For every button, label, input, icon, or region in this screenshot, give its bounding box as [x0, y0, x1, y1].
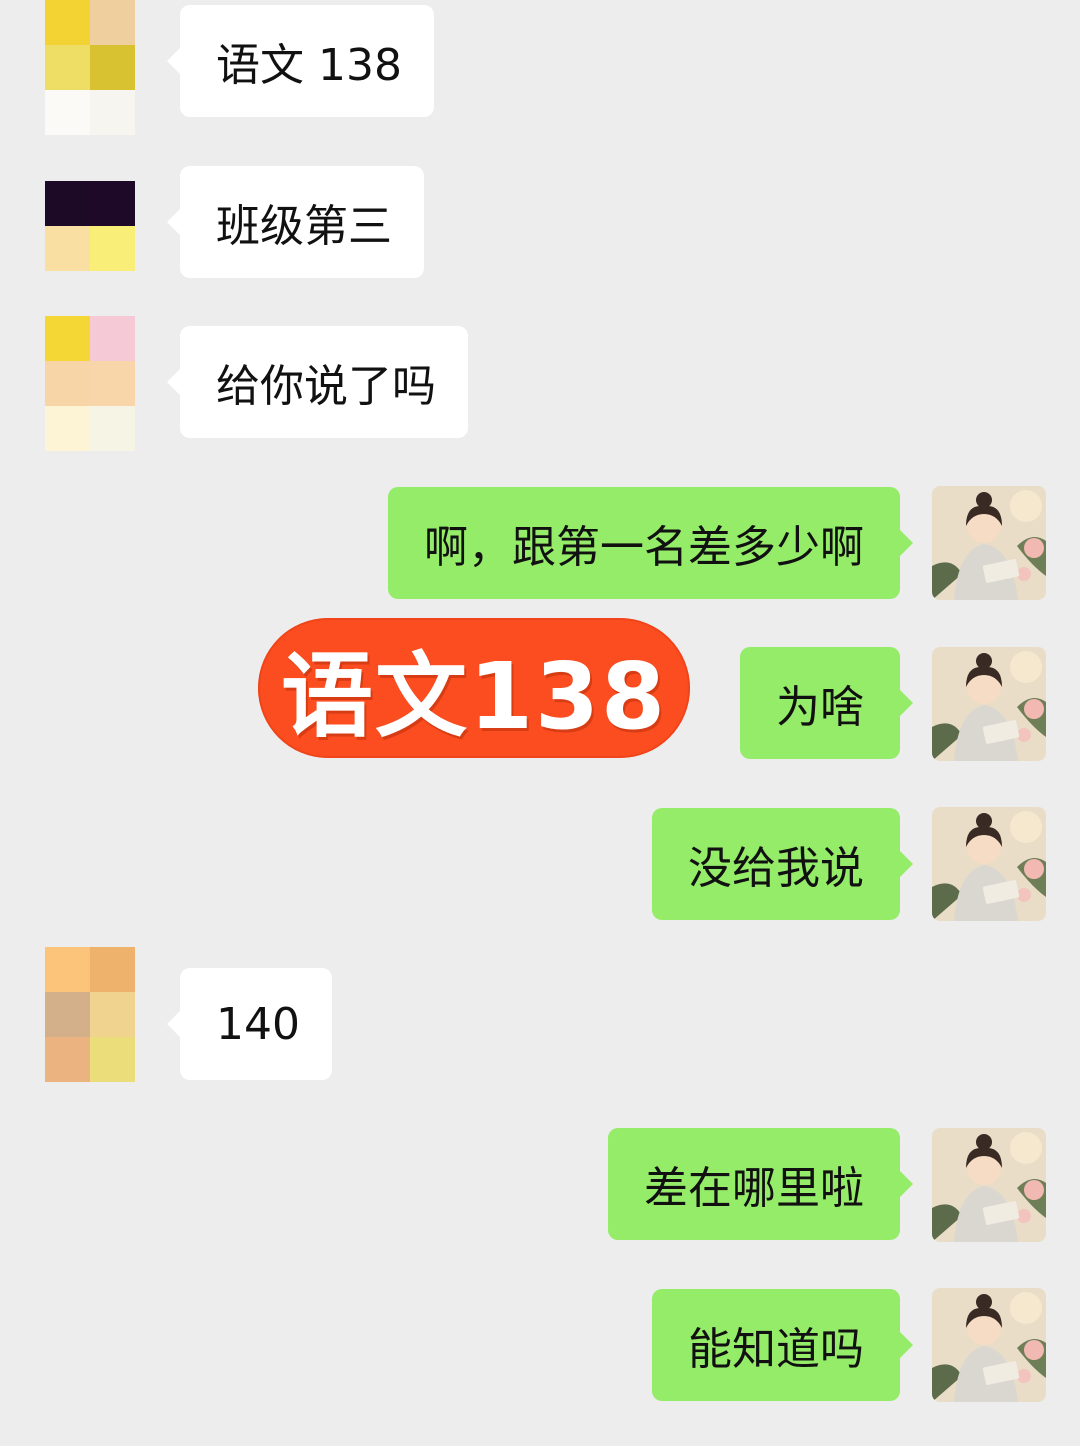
message-bubble[interactable]: 语文 138: [167, 5, 434, 117]
message-bubble[interactable]: 给你说了吗: [167, 326, 468, 438]
message-text: 为啥: [776, 682, 864, 733]
my-avatar[interactable]: [932, 1128, 1046, 1242]
message-text: 能知道吗: [688, 1324, 864, 1375]
message-bubble[interactable]: 没给我说: [652, 808, 913, 920]
my-avatar[interactable]: [932, 1288, 1046, 1402]
message-bubble[interactable]: 差在哪里啦: [608, 1128, 913, 1240]
message-bubble[interactable]: 班级第三: [167, 166, 424, 278]
sticker-text: 语文138: [280, 642, 668, 750]
message-bubble[interactable]: 为啥: [740, 647, 913, 759]
girl-reading-icon: [932, 647, 1046, 761]
contact-avatar[interactable]: [45, 316, 135, 451]
my-avatar[interactable]: [932, 486, 1046, 600]
girl-reading-icon: [932, 1288, 1046, 1402]
message-bubble[interactable]: 140: [167, 968, 332, 1080]
message-text: 给你说了吗: [216, 361, 436, 412]
contact-avatar[interactable]: [45, 0, 135, 135]
message-text: 差在哪里啦: [644, 1163, 864, 1214]
my-avatar[interactable]: [932, 807, 1046, 921]
girl-reading-icon: [932, 1128, 1046, 1242]
girl-reading-icon: [932, 486, 1046, 600]
contact-avatar[interactable]: [45, 181, 135, 271]
message-bubble[interactable]: 啊，跟第一名差多少啊: [388, 487, 913, 599]
contact-avatar[interactable]: [45, 947, 135, 1082]
message-text: 班级第三: [216, 201, 392, 252]
message-text: 语文 138: [216, 40, 402, 91]
message-text: 啊，跟第一名差多少啊: [424, 522, 864, 573]
message-bubble[interactable]: 能知道吗: [652, 1289, 913, 1401]
sticker-label: 语文138: [258, 618, 690, 758]
message-text: 没给我说: [688, 843, 864, 894]
my-avatar[interactable]: [932, 647, 1046, 761]
girl-reading-icon: [932, 807, 1046, 921]
message-text: 140: [216, 998, 300, 1050]
